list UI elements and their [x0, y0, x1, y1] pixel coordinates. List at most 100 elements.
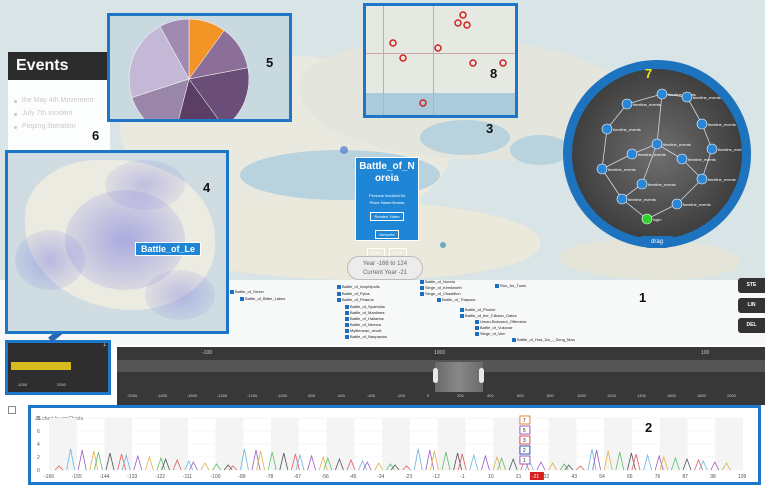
- chart-frame: [28, 405, 761, 485]
- graph-node-label: timeline_events: [628, 197, 656, 202]
- timeline-slider[interactable]: -100 1000 100 -2000 -1800 -1600 -1400 -1200-…: [117, 347, 765, 405]
- callout-2: 2: [645, 420, 653, 435]
- graph-node[interactable]: [621, 98, 633, 110]
- inset8-frame: [363, 3, 518, 118]
- event-label[interactable]: Battle_of_Amphipolis: [337, 284, 380, 289]
- event-label[interactable]: Battle_of_Spartolos: [345, 304, 385, 309]
- inset4-frame: [5, 150, 229, 334]
- timeline-top-tick: 1000: [434, 350, 446, 356]
- event-label[interactable]: Battle_of_Pholoe: [460, 307, 495, 312]
- timeline-bottom-tick: -800: [307, 393, 316, 398]
- graph-node[interactable]: [636, 178, 648, 190]
- graph-node[interactable]: [706, 143, 718, 155]
- graph-node-label: timeline_events: [638, 152, 666, 157]
- event-label[interactable]: Run_for_Tunis: [495, 283, 526, 288]
- callout-3: 3: [486, 121, 494, 136]
- graph-node-label: login: [653, 217, 661, 222]
- callout-4: 4: [203, 180, 211, 195]
- event-label[interactable]: Battle_of_Hoa_Da_-_Song_Mao: [512, 337, 575, 342]
- event-label[interactable]: Battle_of_Haliartus: [345, 316, 384, 321]
- timeline-bottom-tick: 200: [457, 393, 464, 398]
- graph-edge: [676, 178, 703, 205]
- graph-node-label: timeline_events: [688, 157, 716, 162]
- event-label[interactable]: Battle_of_Gezer: [230, 289, 264, 294]
- login-node[interactable]: [641, 213, 653, 225]
- graph-circle[interactable]: timeline_events timeline_events timeline_e…: [572, 69, 742, 239]
- timeline-bottom-tick: -1400: [217, 393, 228, 398]
- event-label[interactable]: Siege_of_Chastillon: [420, 291, 461, 296]
- callout-5: 5: [266, 55, 274, 70]
- event-label[interactable]: Uman-Botosani_Offensive: [475, 319, 527, 324]
- timeline-bottom-tick: 1600: [667, 393, 676, 398]
- event-label[interactable]: Siege_of_Kenilworth: [420, 285, 462, 290]
- graph-node-label: timeline_events: [708, 122, 736, 127]
- event-label[interactable]: Battle_of_Pylos: [337, 291, 370, 296]
- event-label[interactable]: Battle_of_Thapsus: [437, 297, 475, 302]
- hist-frame: [5, 340, 111, 395]
- timeline-scale: -2000 -1800 -1600 -1400 -1200 -1000 -800 -600 -4…: [117, 391, 765, 405]
- event-label[interactable]: Battle_of_Piraeus: [337, 297, 374, 302]
- event-graph: timeline_eventstimeline_eventstimeline_e…: [596, 88, 742, 225]
- timeline-bottom-tick: 1400: [637, 393, 646, 398]
- timeline-bottom-tick: 400: [487, 393, 494, 398]
- timeline-window[interactable]: [435, 362, 483, 392]
- event-label[interactable]: Battle_of_Bitter_Lakes: [240, 296, 285, 301]
- graph-node[interactable]: [676, 153, 688, 165]
- timeline-bottom-tick: 1800: [697, 393, 706, 398]
- graph-node[interactable]: [696, 118, 708, 130]
- timeline-bottom-tick: -2000: [127, 393, 138, 398]
- graph-node-label: timeline_events: [633, 102, 661, 107]
- timeline-bottom-tick: -200: [397, 393, 406, 398]
- graph-node-label: timeline_events: [693, 95, 721, 100]
- event-label[interactable]: Battle_of_Vukovar: [475, 325, 513, 330]
- timeline-bottom-tick: 1200: [607, 393, 616, 398]
- side-button-step[interactable]: STE: [738, 278, 765, 293]
- timeline-bottom-tick: -1200: [247, 393, 258, 398]
- graph-node[interactable]: [601, 123, 613, 135]
- timeline-bottom-tick: 1000: [577, 393, 586, 398]
- side-button-delete[interactable]: DEL: [738, 318, 765, 333]
- timeline-bottom-tick: -1600: [187, 393, 198, 398]
- event-label[interactable]: Battle_of_Noreia: [420, 279, 455, 284]
- chart-toggle-icon[interactable]: [8, 406, 16, 414]
- graph-edge: [601, 128, 608, 170]
- graph-edge: [641, 143, 658, 185]
- graph-node-label: timeline_events: [683, 202, 711, 207]
- event-label[interactable]: Siege_of_Van: [475, 331, 505, 336]
- graph-node-label: timeline_events: [708, 177, 736, 182]
- timeline-bottom-tick: -400: [367, 393, 376, 398]
- event-label[interactable]: Battle_of_Mantinea: [345, 310, 384, 315]
- timeline-top-tick: 100: [701, 350, 710, 356]
- graph-node[interactable]: [651, 138, 663, 150]
- callout-6: 6: [92, 128, 100, 143]
- graph-node[interactable]: [681, 91, 693, 103]
- timeline-bottom-tick: -1800: [157, 393, 168, 398]
- graph-edge: [601, 168, 623, 200]
- event-label[interactable]: Battle_of_the_Cilician_Gates: [460, 313, 517, 318]
- timeline-handle-left[interactable]: [433, 368, 438, 383]
- event-label[interactable]: Mytilenean_revolt: [345, 328, 381, 333]
- timeline-bottom-tick: -600: [337, 393, 346, 398]
- side-button-line[interactable]: LIN: [738, 298, 765, 313]
- drag-button[interactable]: drag: [641, 236, 673, 248]
- graph-node-label: timeline_events: [718, 147, 742, 152]
- graph-node[interactable]: [596, 163, 608, 175]
- graph-node[interactable]: [656, 88, 668, 100]
- graph-node[interactable]: [671, 198, 683, 210]
- graph-node[interactable]: [616, 193, 628, 205]
- event-label[interactable]: Battle_of_Naupactus: [345, 334, 387, 339]
- graph-node-label: timeline_events: [613, 127, 641, 132]
- callout-1: 1: [639, 290, 647, 305]
- timeline-bottom-tick: 800: [547, 393, 554, 398]
- timeline-bottom-tick: 0: [427, 393, 430, 398]
- event-label[interactable]: Battle_of_Nemea: [345, 322, 381, 327]
- timeline-top-tick: -100: [202, 350, 213, 356]
- timeline-bottom-tick: -1000: [277, 393, 288, 398]
- timeline-handle-right[interactable]: [479, 368, 484, 383]
- graph-node[interactable]: [626, 148, 638, 160]
- graph-node-label: timeline_events: [663, 142, 691, 147]
- graph-node-label: timeline_events: [608, 167, 636, 172]
- callout-7: 7: [645, 66, 653, 81]
- graph-node[interactable]: [696, 173, 708, 185]
- graph-node-label: timeline_events: [648, 182, 676, 187]
